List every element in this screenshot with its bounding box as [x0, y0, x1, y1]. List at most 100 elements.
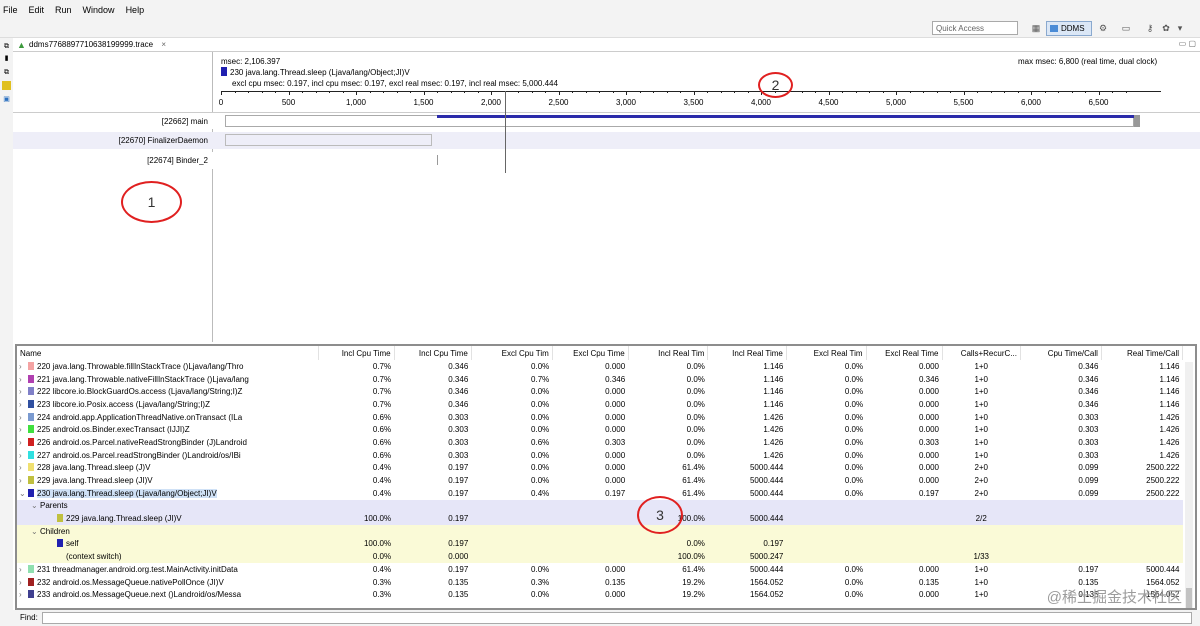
value-cell: 0.346 — [448, 387, 469, 397]
thread-segment[interactable] — [225, 134, 432, 146]
column-header[interactable]: Excl Cpu Time — [552, 346, 629, 360]
expand-down-icon[interactable]: ⌄ — [31, 527, 40, 536]
restore-icon-2[interactable]: ⧉ — [2, 68, 11, 77]
value-cell: 0.0% — [844, 590, 864, 600]
menu-edit[interactable]: Edit — [29, 5, 45, 15]
expand-down-icon[interactable]: ⌄ — [19, 489, 28, 498]
table-row[interactable]: › 225 android.os.Binder.execTransact (IJJ… — [17, 423, 1183, 436]
value-cell: 0.7% — [372, 361, 392, 371]
expand-right-icon[interactable]: › — [19, 362, 28, 371]
table-row[interactable]: › 231 threadmanager.android.org.test.Main… — [17, 563, 1183, 576]
menu-window[interactable]: Window — [83, 5, 115, 15]
annotation-circle-3: 3 — [637, 496, 683, 534]
expand-right-icon[interactable]: › — [19, 425, 28, 434]
value-cell — [1020, 499, 1102, 513]
table-row[interactable]: › 226 android.os.Parcel.nativeReadStrongB… — [17, 436, 1183, 449]
column-header[interactable]: Incl Real Tim — [628, 346, 709, 360]
table-row[interactable]: › 233 android.os.MessageQueue.next ()Land… — [17, 588, 1183, 601]
scrollbar-thumb[interactable] — [1186, 588, 1192, 608]
axis-minor-tick — [342, 91, 344, 93]
table-row[interactable]: ⌄ Children — [17, 524, 1183, 538]
axis-tick-label: 6,500 — [1088, 98, 1109, 107]
value-cell: 0.303 — [448, 450, 469, 460]
value-cell: 0.303 — [1078, 437, 1099, 447]
table-row[interactable]: self 100.0% 0.197 0.0% 0.197 — [17, 537, 1183, 551]
column-header[interactable]: Calls+RecurC... — [942, 346, 1021, 360]
axis-minor-tick — [612, 91, 614, 93]
find-input[interactable] — [42, 612, 1192, 624]
console-icon[interactable]: ▣ — [2, 95, 11, 104]
window-icon[interactable]: ▭ — [1120, 23, 1132, 34]
expand-right-icon[interactable]: › — [19, 578, 28, 587]
table-row[interactable]: › 227 android.os.Parcel.readStrongBinder … — [17, 449, 1183, 462]
table-row[interactable]: ⌄ Parents — [17, 499, 1183, 513]
column-header[interactable]: Cpu Time/Call — [1020, 346, 1102, 360]
key-icon[interactable]: ⚷ — [1144, 23, 1156, 34]
table-row[interactable]: ⌄ 230 java.lang.Thread.sleep (Ljava/lang/… — [17, 486, 1183, 500]
column-header[interactable]: Excl Real Time — [866, 346, 943, 360]
table-row[interactable]: › 228 java.lang.Thread.sleep (J)V 0.4% 0.19… — [17, 462, 1183, 475]
device-icon[interactable]: ▮ — [2, 54, 11, 63]
table-row[interactable]: 229 java.lang.Thread.sleep (JI)V 100.0% 0.… — [17, 512, 1183, 525]
menu-help[interactable]: Help — [126, 5, 145, 15]
menu-file[interactable]: File — [3, 5, 18, 15]
method-name-cell: ⌄ Parents — [17, 499, 319, 513]
table-row[interactable]: › 221 java.lang.Throwable.nativeFillInSta… — [17, 373, 1183, 386]
table-row[interactable]: (context switch) 0.0% 0.000 100.0% 5000.247 1… — [17, 550, 1183, 563]
restore-icon[interactable]: ⧉ — [2, 42, 11, 51]
axis-minor-tick — [1085, 91, 1086, 93]
minimize-maximize-icon[interactable]: ▭ ▢ — [1179, 39, 1196, 48]
thread-segment[interactable] — [437, 155, 439, 165]
column-header[interactable]: Incl Real Time — [707, 346, 787, 360]
expand-right-icon[interactable]: › — [19, 476, 28, 485]
method-name: self — [66, 539, 79, 549]
thread-segment[interactable] — [437, 115, 1134, 118]
thread-row[interactable]: [22670] FinalizerDaemon — [13, 132, 1200, 149]
expand-right-icon[interactable]: › — [19, 565, 28, 574]
debug-icon[interactable]: ⚙ — [1097, 23, 1109, 34]
expand-right-icon[interactable]: › — [19, 590, 28, 599]
time-cursor[interactable] — [505, 91, 507, 173]
dropdown-icon[interactable]: ▾ — [1174, 23, 1186, 34]
expand-right-icon[interactable]: › — [19, 400, 28, 409]
expand-right-icon[interactable]: › — [19, 463, 28, 472]
close-icon[interactable]: × — [161, 40, 166, 49]
vertical-scrollbar[interactable] — [1185, 362, 1193, 608]
axis-tick — [423, 91, 425, 95]
column-header[interactable]: Incl Cpu Time — [318, 346, 395, 360]
table-row[interactable]: › 232 android.os.MessageQueue.nativePollO… — [17, 576, 1183, 589]
column-header[interactable]: Excl Cpu Tim — [471, 346, 553, 360]
thread-row[interactable]: [22674] Binder_2 — [13, 152, 1200, 169]
column-header[interactable]: Excl Real Tim — [786, 346, 867, 360]
table-row[interactable]: › 229 java.lang.Thread.sleep (JI)V 0.4% 0.1… — [17, 474, 1183, 487]
table-row[interactable]: › 220 java.lang.Throwable.fillInStackTrac… — [17, 360, 1183, 373]
expand-right-icon[interactable]: › — [19, 413, 28, 422]
value-cell: 0.000 — [918, 425, 939, 435]
value-cell — [1020, 537, 1102, 551]
ddms-perspective-button[interactable]: DDMS — [1046, 21, 1092, 36]
logcat-icon[interactable] — [2, 81, 11, 90]
column-header[interactable]: Real Time/Call — [1101, 346, 1184, 360]
value-cell: 0.000 — [918, 399, 939, 409]
tab-trace-file[interactable]: ▲ ddms7768897710638199999.trace × — [15, 39, 170, 52]
menu-run[interactable]: Run — [55, 5, 72, 15]
value-cell: 61.4% — [682, 476, 705, 486]
selected-method: 230 java.lang.Thread.sleep (Ljava/lang/O… — [221, 67, 410, 78]
open-perspective-icon[interactable]: ▦ — [1030, 23, 1042, 34]
table-row[interactable]: › 224 android.app.ApplicationThreadNative… — [17, 411, 1183, 424]
value-cell: 0.0% — [844, 387, 864, 397]
value-cell — [471, 537, 553, 551]
expand-right-icon[interactable]: › — [19, 387, 28, 396]
column-header[interactable]: Name — [17, 346, 319, 360]
table-row[interactable]: › 222 libcore.io.BlockGuardOs.access (Lja… — [17, 385, 1183, 398]
expand-right-icon[interactable]: › — [19, 438, 28, 447]
value-cell — [866, 537, 942, 551]
axis-tick — [1098, 91, 1100, 95]
quick-access-input[interactable]: Quick Access — [932, 21, 1018, 35]
expand-right-icon[interactable]: › — [19, 451, 28, 460]
column-header[interactable]: Incl Cpu Time — [394, 346, 472, 360]
expand-down-icon[interactable]: ⌄ — [31, 501, 40, 510]
table-row[interactable]: › 223 libcore.io.Posix.access (Ljava/lang… — [17, 398, 1183, 411]
profile-icon[interactable]: ✿ — [1160, 23, 1172, 34]
expand-right-icon[interactable]: › — [19, 375, 28, 384]
